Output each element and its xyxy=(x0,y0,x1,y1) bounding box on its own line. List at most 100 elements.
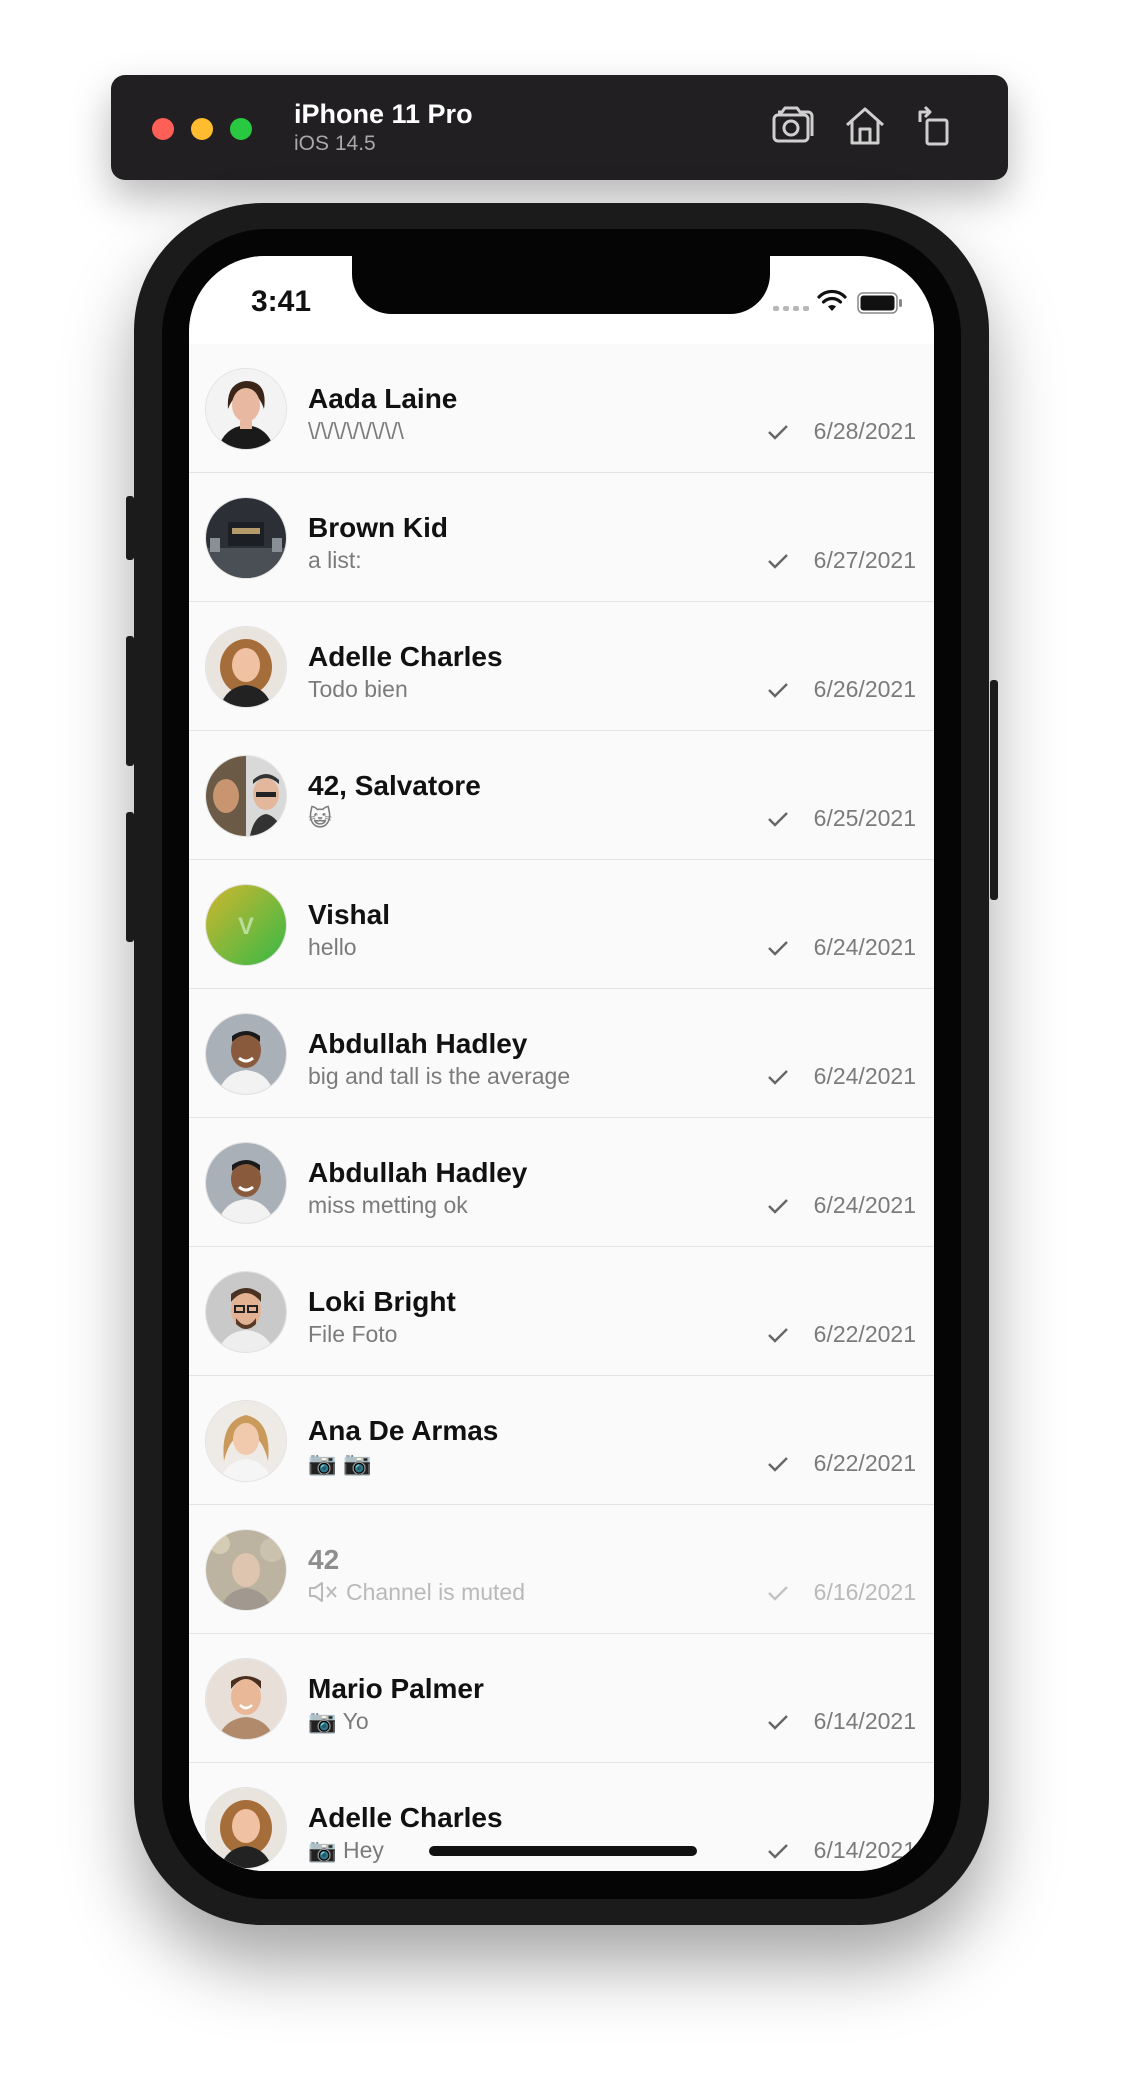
message-preview: miss metting ok xyxy=(308,1192,468,1218)
message-preview: 📷 Yo xyxy=(308,1708,369,1734)
volume-down-button xyxy=(126,812,134,942)
channel-row[interactable]: Abdullah Hadley miss metting ok 6/24/202… xyxy=(189,1118,934,1247)
message-preview: hello xyxy=(308,934,357,960)
screenshot-icon[interactable] xyxy=(768,102,816,150)
channel-row[interactable]: Adelle Charles Todo bien 6/26/2021 xyxy=(189,602,934,731)
avatar xyxy=(205,1787,287,1869)
avatar xyxy=(205,1013,287,1095)
wifi-icon xyxy=(817,289,847,311)
avatar-image xyxy=(206,627,286,707)
home-icon[interactable] xyxy=(841,102,889,150)
message-date: 6/25/2021 xyxy=(813,805,916,831)
avatar-image xyxy=(206,1143,286,1223)
channel-name: Adelle Charles xyxy=(308,1802,503,1833)
read-check-icon xyxy=(768,1844,788,1859)
message-date: 6/22/2021 xyxy=(813,1450,916,1476)
channel-row[interactable]: Loki Bright File Foto 6/22/2021 xyxy=(189,1247,934,1376)
cellular-signal-icon xyxy=(773,306,809,311)
channel-row[interactable]: Abdullah Hadley big and tall is the aver… xyxy=(189,989,934,1118)
message-preview: 📷 Hey xyxy=(308,1837,384,1863)
avatar xyxy=(205,626,287,708)
avatar-image xyxy=(206,1272,286,1352)
device-name: iPhone 11 Pro xyxy=(294,99,473,129)
channel-name: Vishal xyxy=(308,899,390,930)
os-version: iOS 14.5 xyxy=(294,132,376,155)
channel-name: Mario Palmer xyxy=(308,1673,484,1704)
message-preview: 📷 📷 xyxy=(308,1450,372,1476)
channel-name: Ana De Armas xyxy=(308,1415,499,1446)
power-button xyxy=(990,680,998,900)
avatar: V xyxy=(205,884,287,966)
message-preview: a list: xyxy=(308,547,362,573)
message-date: 6/14/2021 xyxy=(813,1708,916,1734)
avatar xyxy=(205,755,287,837)
minimize-window-button[interactable] xyxy=(191,118,213,140)
message-date: 6/22/2021 xyxy=(813,1321,916,1347)
avatar-image: V xyxy=(206,885,286,965)
message-date: 6/26/2021 xyxy=(813,676,916,702)
read-check-icon xyxy=(768,941,788,956)
avatar-image xyxy=(206,756,286,836)
avatar xyxy=(205,1658,287,1740)
channel-row[interactable]: Mario Palmer 📷 Yo 6/14/2021 xyxy=(189,1634,934,1763)
channel-row-muted[interactable]: 42 Channel is muted 6/16/2021 xyxy=(189,1505,934,1634)
read-check-icon xyxy=(768,1070,788,1085)
channel-name: 42 xyxy=(308,1544,340,1575)
channel-row[interactable]: V Vishal hello 6/24/2021 xyxy=(189,860,934,989)
message-preview: big and tall is the average xyxy=(308,1063,571,1089)
channel-name: Adelle Charles xyxy=(308,641,503,672)
mute-switch xyxy=(126,496,134,560)
avatar-image xyxy=(206,1788,286,1868)
avatar-image xyxy=(206,1401,286,1481)
speaker-muted-icon xyxy=(309,1582,337,1602)
message-preview: File Foto xyxy=(308,1321,398,1347)
channel-list[interactable]: Aada Laine \/\/\/\/\/\/\/\ 6/28/2021 Bro… xyxy=(189,344,934,1871)
muted-label: Channel is muted xyxy=(346,1579,525,1605)
channel-name: Abdullah Hadley xyxy=(308,1028,528,1059)
status-bar: 3:41 xyxy=(189,256,934,344)
channel-row[interactable]: Brown Kid a list: 6/27/2021 xyxy=(189,473,934,602)
close-window-button[interactable] xyxy=(152,118,174,140)
read-check-icon xyxy=(768,1328,788,1343)
message-preview: 😺 xyxy=(308,805,332,831)
avatar-image xyxy=(206,1014,286,1094)
read-check-icon xyxy=(768,812,788,827)
read-check-icon xyxy=(768,683,788,698)
message-date: 6/14/2021 xyxy=(813,1837,916,1863)
home-indicator[interactable] xyxy=(429,1846,697,1856)
read-check-icon xyxy=(768,1199,788,1214)
message-preview: \/\/\/\/\/\/\/\ xyxy=(308,418,404,444)
avatar xyxy=(205,497,287,579)
zoom-window-button[interactable] xyxy=(230,118,252,140)
avatar xyxy=(205,1529,287,1611)
battery-icon xyxy=(857,292,902,314)
volume-up-button xyxy=(126,636,134,766)
message-date: 6/24/2021 xyxy=(813,934,916,960)
message-date: 6/28/2021 xyxy=(813,418,916,444)
read-check-icon xyxy=(768,425,788,440)
channel-row[interactable]: Aada Laine \/\/\/\/\/\/\/\ 6/28/2021 xyxy=(189,344,934,473)
avatar-image xyxy=(206,1659,286,1739)
channel-name: Aada Laine xyxy=(308,383,458,414)
message-date: 6/16/2021 xyxy=(813,1579,916,1605)
channel-name: Abdullah Hadley xyxy=(308,1157,528,1188)
message-date: 6/24/2021 xyxy=(813,1063,916,1089)
avatar xyxy=(205,368,287,450)
phone-screen: 3:41 Aada Laine \/\/\/\/\/\/\/\ 6/28/202… xyxy=(189,256,934,1871)
avatar xyxy=(205,1142,287,1224)
channel-name: Loki Bright xyxy=(308,1286,456,1317)
rotate-icon[interactable] xyxy=(911,102,959,150)
message-preview: Channel is muted xyxy=(308,1579,525,1606)
read-check-icon xyxy=(768,1715,788,1730)
simulator-titlebar: iPhone 11 Pro iOS 14.5 xyxy=(111,75,1008,180)
status-time: 3:41 xyxy=(251,285,312,318)
message-preview: Todo bien xyxy=(308,676,408,702)
channel-row[interactable]: Ana De Armas 📷 📷 6/22/2021 xyxy=(189,1376,934,1505)
notch xyxy=(352,256,770,314)
read-check-icon xyxy=(768,554,788,569)
channel-name: Brown Kid xyxy=(308,512,448,543)
avatar-initial: V xyxy=(238,913,254,940)
channel-row[interactable]: 42, Salvatore 😺 6/25/2021 xyxy=(189,731,934,860)
message-date: 6/24/2021 xyxy=(813,1192,916,1218)
message-date: 6/27/2021 xyxy=(813,547,916,573)
